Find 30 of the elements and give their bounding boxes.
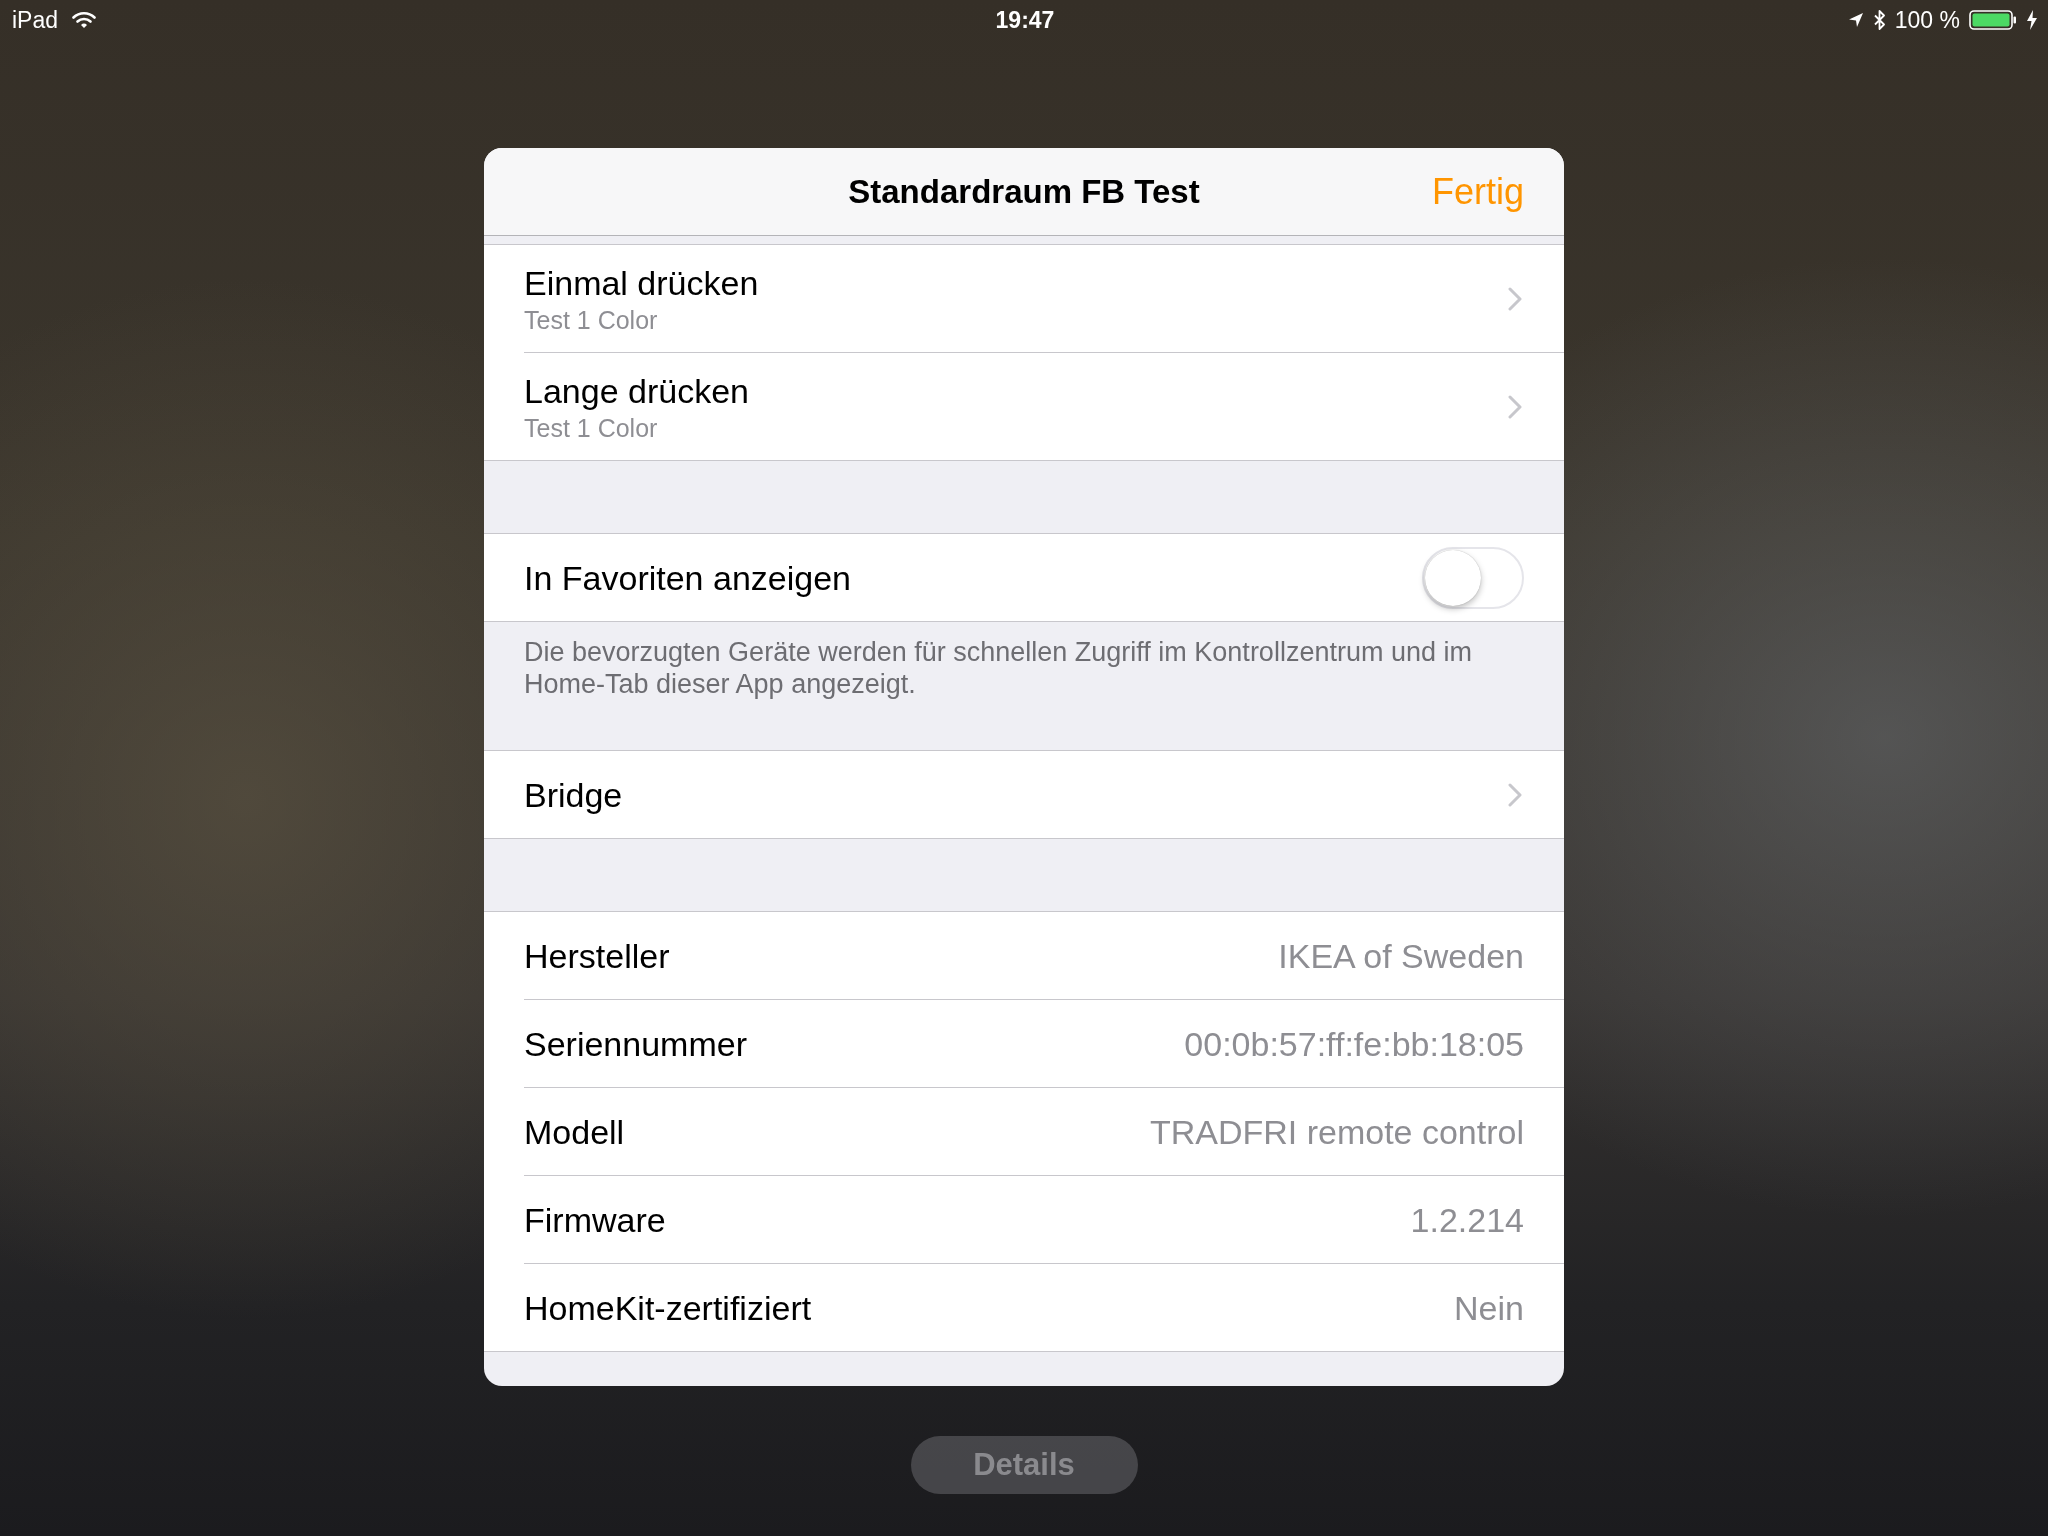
location-arrow-icon bbox=[1847, 12, 1864, 28]
row-label: HomeKit-zertifiziert bbox=[524, 1287, 812, 1328]
chevron-icon bbox=[1508, 394, 1522, 419]
row-label: Seriennummer bbox=[524, 1023, 747, 1064]
device-name: iPad bbox=[12, 6, 59, 34]
toggle-switch[interactable] bbox=[1422, 546, 1524, 609]
row-label: Hersteller bbox=[524, 935, 670, 976]
row-label: Firmware bbox=[524, 1199, 666, 1240]
row-subtitle: Test 1 Color bbox=[524, 412, 659, 443]
row-value: TRADFRI remote control bbox=[1149, 1111, 1524, 1152]
row-subtitle: Test 1 Color bbox=[524, 304, 659, 335]
status-time: 19:47 bbox=[995, 6, 1055, 34]
wifi-icon bbox=[72, 11, 97, 29]
row-title: In Favoriten anzeigen bbox=[524, 557, 851, 598]
section-footer-text: Die bevorzugten Geräte werden für schnellen Zugriff im Kontrollzentrum und im Home-Tab dieser App angezeigt. bbox=[523, 636, 1473, 701]
row-title: Einmal drücken bbox=[524, 262, 759, 303]
row-title: Bridge bbox=[524, 774, 623, 815]
bluetooth-icon bbox=[1872, 10, 1886, 30]
chevron-icon bbox=[1508, 782, 1522, 807]
battery-icon bbox=[1969, 10, 2017, 30]
chevron-icon bbox=[1508, 286, 1522, 311]
row-value: 1.2.214 bbox=[1410, 1199, 1524, 1240]
row-value: IKEA of Sweden bbox=[1278, 935, 1524, 976]
charging-bolt-icon bbox=[2026, 10, 2038, 30]
row-label: Modell bbox=[524, 1111, 625, 1152]
row-title: Lange drücken bbox=[524, 370, 749, 411]
battery-percentage: 100 % bbox=[1894, 6, 1960, 34]
sheet-title: Standardraum FB Test bbox=[848, 172, 1200, 211]
row-value: 00:0b:57:ff:fe:bb:18:05 bbox=[1184, 1023, 1524, 1064]
row-value: Nein bbox=[1454, 1287, 1524, 1328]
